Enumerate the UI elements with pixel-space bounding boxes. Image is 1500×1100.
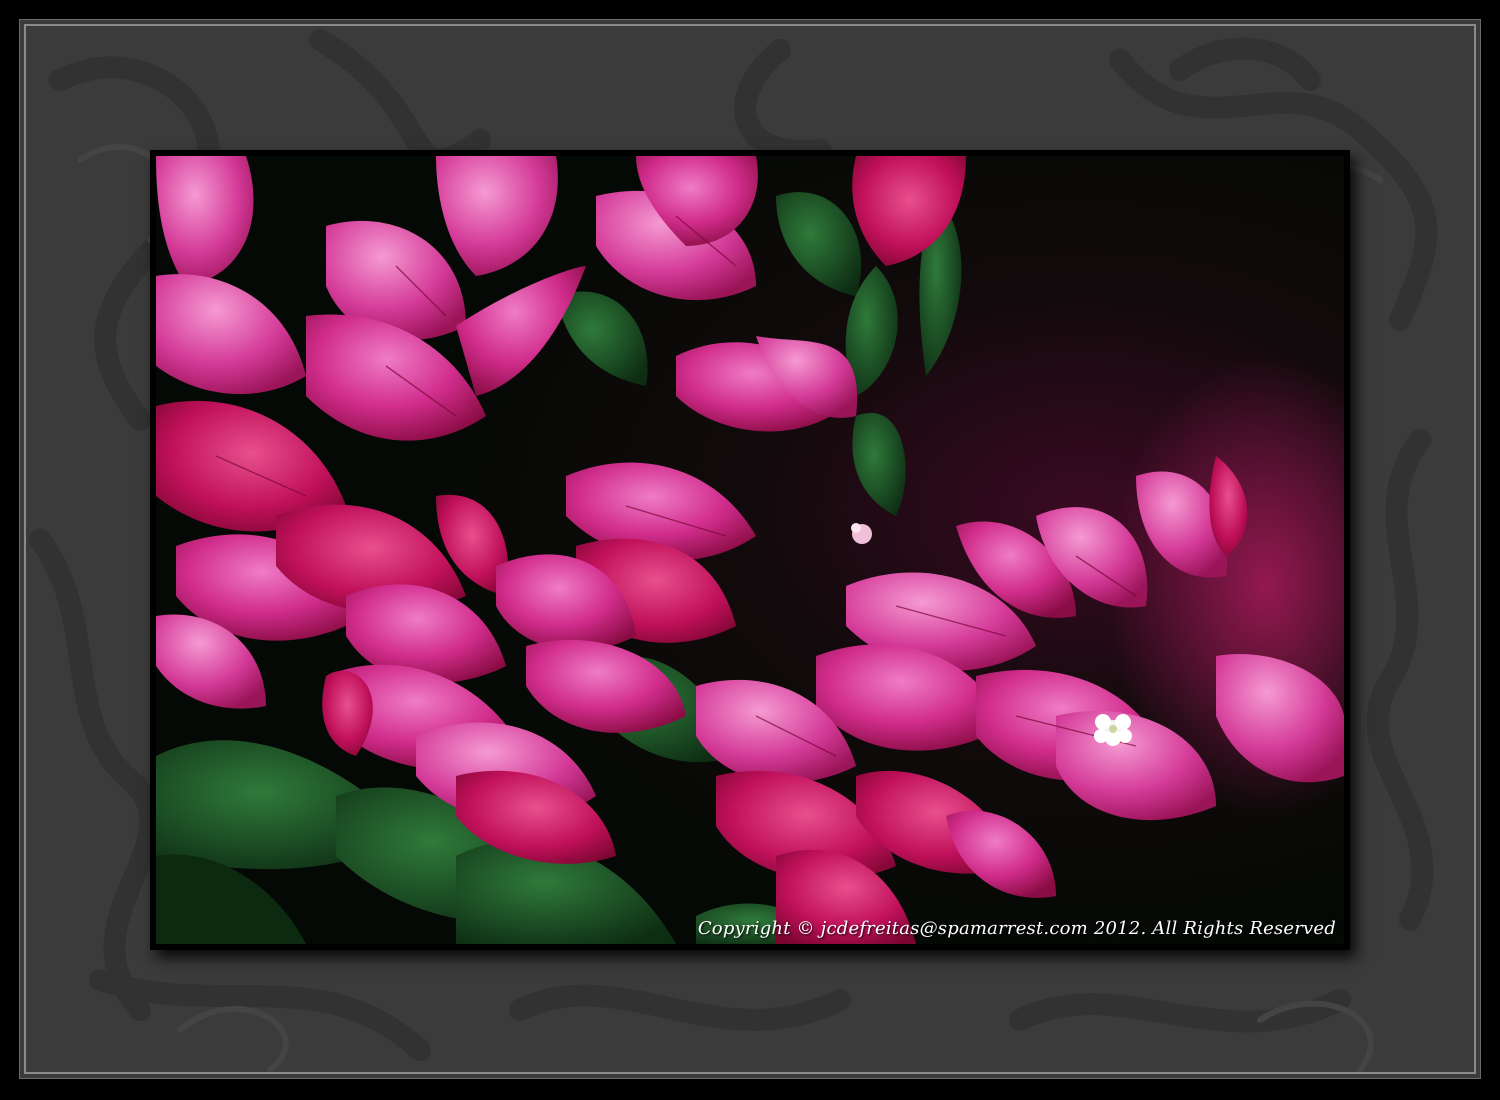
outer-black-frame: Copyright © jcdefreitas@spamarrest.com 2…: [0, 0, 1500, 1100]
bougainvillea-illustration: Copyright © jcdefreitas@spamarrest.com 2…: [156, 156, 1344, 944]
bougainvillea-photo: Copyright © jcdefreitas@spamarrest.com 2…: [156, 156, 1344, 944]
photo-frame: Copyright © jcdefreitas@spamarrest.com 2…: [150, 150, 1350, 950]
copyright-watermark: Copyright © jcdefreitas@spamarrest.com 2…: [698, 918, 1336, 939]
